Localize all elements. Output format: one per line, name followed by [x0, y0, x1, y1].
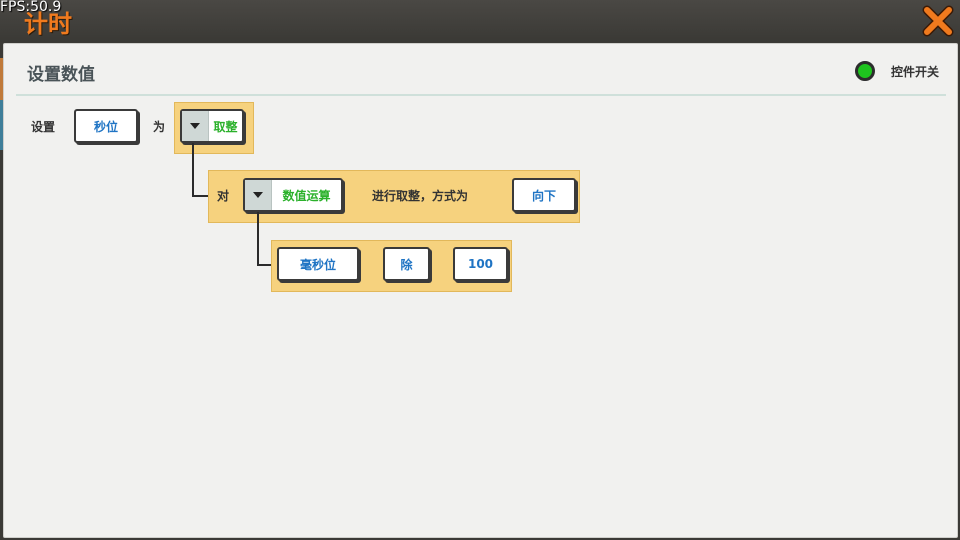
- operand-value: 数值运算: [282, 188, 331, 203]
- tree-connector: [192, 195, 208, 197]
- operand-dropdown[interactable]: 数值运算: [243, 178, 343, 212]
- round-mode-button[interactable]: 向下: [512, 178, 576, 212]
- dropdown-arrow-icon: [182, 111, 209, 141]
- function-dropdown[interactable]: 取整: [180, 109, 244, 143]
- top-bar: [0, 0, 960, 42]
- round-mode-label: 进行取整，方式为: [372, 189, 469, 203]
- set-label: 设置: [31, 120, 56, 134]
- close-button[interactable]: [920, 4, 956, 38]
- control-toggle[interactable]: 控件开关: [855, 61, 940, 81]
- title-divider: [16, 94, 946, 96]
- operator-button[interactable]: 除: [383, 247, 430, 281]
- as-label: 为: [153, 120, 166, 134]
- dropdown-arrow-icon: [245, 180, 272, 210]
- toggle-label: 控件开关: [891, 64, 940, 79]
- tree-connector: [257, 212, 259, 266]
- left-operand-button[interactable]: 毫秒位: [277, 247, 359, 281]
- for-label: 对: [217, 189, 230, 203]
- fps-counter: FPS:50.9: [0, 0, 62, 15]
- tree-connector: [192, 143, 194, 197]
- panel-title: 设置数值: [27, 65, 95, 85]
- toggle-indicator-icon: [855, 61, 875, 81]
- target-variable-button[interactable]: 秒位: [74, 109, 138, 143]
- close-x-icon: [922, 5, 954, 37]
- function-value: 取整: [213, 119, 238, 134]
- right-operand-button[interactable]: 100: [453, 247, 508, 281]
